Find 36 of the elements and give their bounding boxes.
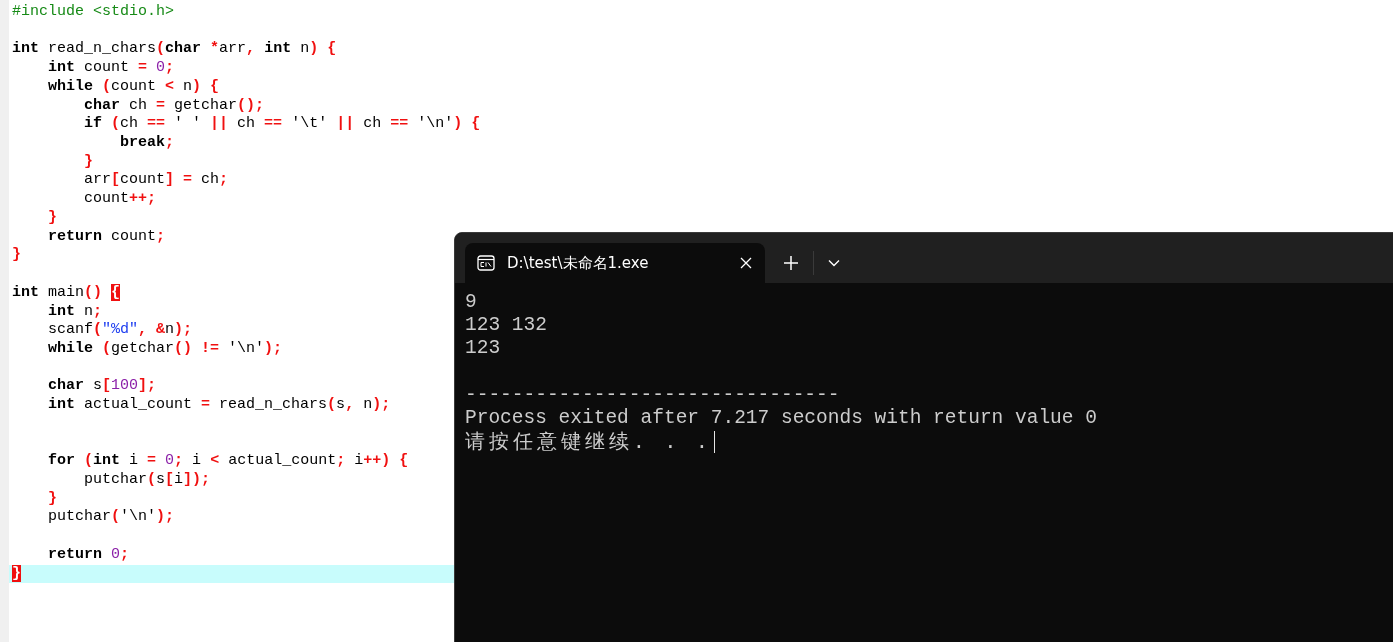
- close-icon[interactable]: [739, 256, 753, 270]
- code-line: scanf("%d", &n);: [47, 321, 193, 340]
- code-line: for (int i = 0; i < actual_count; i++) {: [47, 452, 409, 471]
- code-line: return 0;: [47, 545, 130, 565]
- code-line: if (ch == ' ' || ch == '\t' || ch == '\n') {: [83, 115, 481, 135]
- chevron-down-icon[interactable]: [828, 259, 840, 267]
- code-line: int read_n_chars(char *arr, int n) {: [12, 40, 337, 60]
- terminal-tab[interactable]: D:\test\未命名1.exe: [465, 243, 765, 283]
- code-line: while (count < n) {: [47, 77, 220, 97]
- code-line: putchar(s[i]);: [83, 470, 211, 490]
- code-line: arr[count] = ch;: [83, 171, 229, 191]
- code-line: while (getchar() != '\n');: [47, 339, 283, 359]
- code-line: count++;: [83, 190, 157, 209]
- code-line: int main() {: [12, 283, 121, 303]
- console-output: 9: [465, 291, 477, 313]
- code-line: int actual_count = read_n_chars(s, n);: [47, 396, 391, 415]
- console-icon: [477, 255, 495, 271]
- console-prompt: 请按任意键继续. . .: [465, 430, 712, 454]
- code-line: char s[100];: [47, 377, 157, 397]
- code-line: }: [12, 246, 21, 266]
- code-line: char ch = getchar();: [83, 96, 265, 116]
- code-line: putchar('\n');: [47, 508, 175, 528]
- code-line: return count;: [47, 227, 166, 247]
- add-tab-icon[interactable]: [783, 255, 799, 271]
- console-output: Process exited after 7.217 seconds with return value 0: [465, 406, 1097, 429]
- code-line: }: [47, 208, 57, 228]
- code-line: }: [83, 152, 93, 172]
- code-line: }: [47, 489, 57, 509]
- text-cursor: [713, 430, 716, 453]
- code-line: int n;: [47, 302, 103, 322]
- code-line: int count = 0;: [47, 59, 175, 78]
- console-output: --------------------------------: [465, 383, 840, 406]
- code-line: break;: [119, 134, 175, 153]
- code-line: #include <stdio.h>: [12, 3, 175, 22]
- console-output: 123 132: [465, 314, 547, 337]
- console-output: 123: [465, 337, 501, 360]
